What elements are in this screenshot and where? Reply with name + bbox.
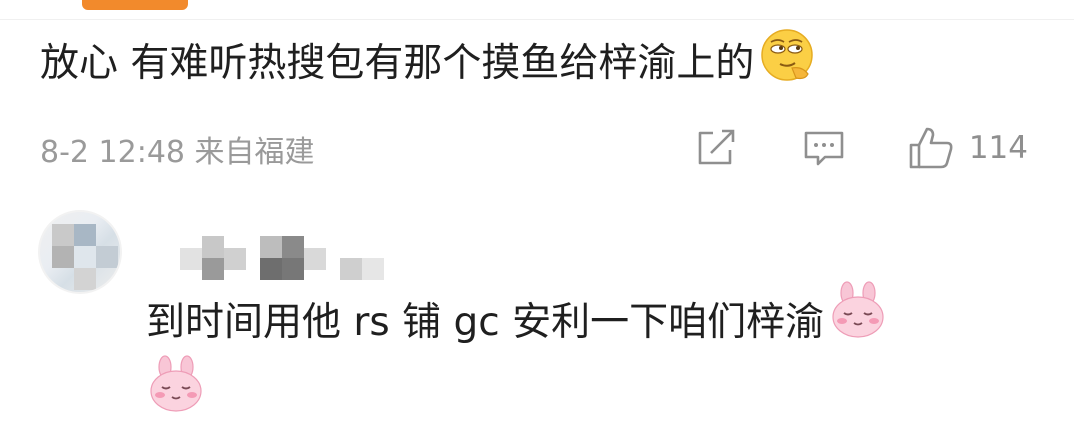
like-count: 114	[968, 130, 1028, 166]
timestamp-location: 8-2 12:48 来自福建	[40, 135, 315, 170]
reply-content: 到时间用他 rs 铺 gc 安利一下咱们梓渝	[146, 280, 1026, 434]
like-button[interactable]: 114	[907, 125, 1028, 171]
comment-bubble-icon[interactable]	[801, 127, 847, 169]
bunny-emoji-icon	[146, 354, 206, 440]
avatar[interactable]	[38, 210, 122, 294]
username-redacted[interactable]	[168, 236, 400, 280]
thumbs-up-icon	[907, 125, 955, 171]
comment-text: 放心 有难听热搜包有那个摸鱼给梓渝上的	[40, 41, 755, 86]
bunny-emoji-icon	[828, 280, 888, 366]
smirk-emoji-icon	[758, 26, 816, 94]
reply-text: 到时间用他 rs 铺 gc 安利一下咱们梓渝	[146, 300, 825, 345]
divider	[0, 19, 1074, 20]
share-icon[interactable]	[693, 127, 739, 169]
comment-content: 放心 有难听热搜包有那个摸鱼给梓渝上的	[40, 28, 816, 92]
active-tab-indicator	[82, 0, 188, 10]
comment-actions: 114	[693, 118, 1028, 178]
comment-meta: 8-2 12:48 来自福建	[40, 122, 315, 176]
